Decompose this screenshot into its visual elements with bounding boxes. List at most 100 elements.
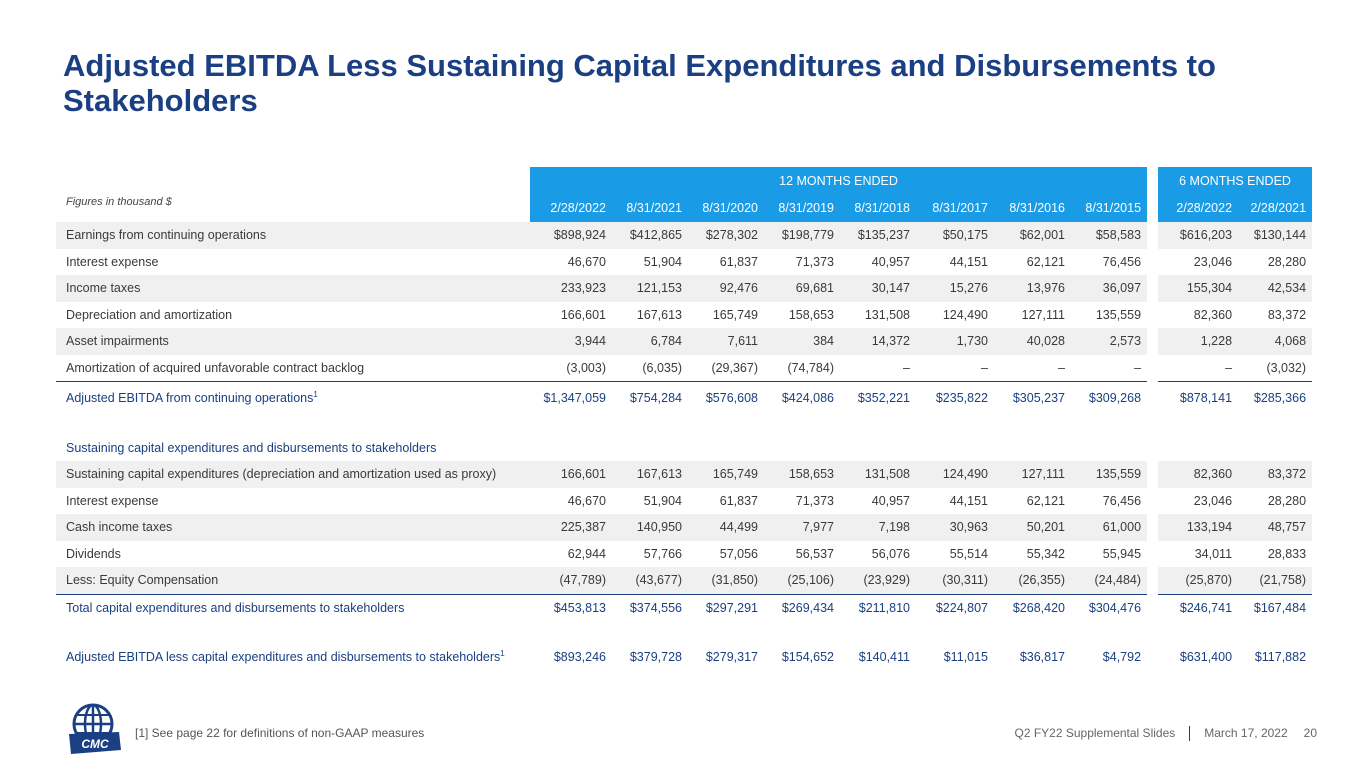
value-cell: $130,144 — [1238, 222, 1313, 249]
value-cell: 55,945 — [1102, 546, 1142, 561]
value-cell: 4,068 — [1238, 328, 1313, 355]
value-cell: 3,944 — [530, 328, 612, 355]
value-cell: $412,865 — [612, 222, 688, 249]
row-label-text: Interest expense — [66, 493, 159, 508]
value-cell: 167,613 — [636, 307, 682, 322]
value-cell: (29,367) — [711, 360, 758, 375]
value-cell: 57,056 — [719, 546, 758, 561]
table-row: Earnings from continuing operations $898,… — [56, 222, 1313, 249]
column-gap — [1147, 514, 1159, 541]
column-date: 8/31/2016 — [994, 194, 1071, 222]
value-cell: (24,484) — [1071, 567, 1148, 594]
header-date-row: Figures in thousand $2/28/2022 8/31/2021 8… — [56, 194, 1313, 222]
column-gap — [1147, 194, 1158, 222]
value-cell: 124,490 — [942, 307, 988, 322]
value-cell: 23,046 — [1193, 254, 1233, 269]
row-label-text: Dividends — [66, 546, 121, 561]
footnote: [1] See page 22 for definitions of non-G… — [135, 726, 425, 740]
value-cell: 127,111 — [994, 461, 1071, 488]
value-cell: 51,904 — [643, 493, 682, 508]
value-cell: 131,508 — [864, 307, 910, 322]
table-row: Cash income taxes 225,387 140,950 44,499 7,9… — [56, 514, 1313, 541]
value-cell: 82,360 — [1193, 307, 1233, 322]
column-gap — [1147, 488, 1158, 515]
value-cell: 121,153 — [612, 275, 688, 302]
table-row: Interest expense 46,670 51,904 61,837 71,373… — [56, 249, 1312, 276]
column-date: 8/31/2019 — [764, 194, 840, 222]
value-cell: 30,147 — [840, 275, 916, 302]
value-cell: 1,730 — [916, 328, 994, 355]
value-cell: 44,151 — [949, 493, 988, 508]
value-cell: $269,434 — [764, 593, 840, 621]
value-cell: 82,360 — [1158, 461, 1239, 488]
value-cell: $379,728 — [629, 649, 682, 664]
row-label-text: Less: Equity Compensation — [66, 573, 219, 588]
value-cell: 225,387 — [530, 514, 612, 541]
value-cell: $278,302 — [688, 222, 764, 249]
value-cell: 46,670 — [567, 493, 606, 508]
value-cell: $167,484 — [1238, 593, 1313, 621]
value-cell: 57,766 — [643, 546, 682, 561]
column-gap — [1147, 381, 1159, 413]
value-cell: $304,476 — [1071, 593, 1148, 621]
value-cell: 7,198 — [840, 514, 916, 541]
row-label: Total capital expenditures and disbursem… — [56, 593, 530, 621]
value-cell: $135,237 — [840, 222, 916, 249]
row-label: Interest expense — [56, 249, 530, 276]
value-cell: 127,111 — [1021, 307, 1065, 322]
table-body: 12 MONTHS ENDED 6 MONTHS ENDED Figures i… — [56, 167, 1313, 671]
column-gap — [1147, 461, 1159, 488]
value-cell: 28,280 — [1267, 254, 1307, 269]
row-label: Income taxes — [56, 275, 530, 302]
column-date: 8/31/2021 — [612, 194, 688, 222]
table-row: Dividends 62,944 57,766 57,056 56,537 56,076 5… — [56, 541, 1312, 568]
value-cell: 71,373 — [795, 493, 834, 508]
final-row: Adjusted EBITDA less capital expenditure… — [56, 643, 1312, 671]
value-cell: $235,822 — [916, 381, 994, 413]
value-cell: $58,583 — [1071, 222, 1148, 249]
value-cell: $62,001 — [994, 222, 1071, 249]
value-cell: 166,601 — [560, 307, 606, 322]
value-cell: $631,400 — [1179, 649, 1233, 664]
value-cell: 56,537 — [795, 546, 834, 561]
row-label-text: Income taxes — [66, 281, 141, 296]
value-cell: $268,420 — [994, 593, 1071, 621]
value-cell: – — [1225, 360, 1233, 375]
value-cell: 2,573 — [1071, 328, 1148, 355]
column-date: 8/31/2017 — [916, 194, 994, 222]
table-row: Income taxes 233,923 121,153 92,476 69,681 30… — [56, 275, 1313, 302]
value-cell: 42,534 — [1238, 275, 1313, 302]
value-cell: 131,508 — [840, 461, 916, 488]
row-label-text: Depreciation and amortization — [66, 307, 233, 322]
value-cell: 46,670 — [567, 254, 606, 269]
value-cell: 36,097 — [1071, 275, 1148, 302]
ebitda-table: 12 MONTHS ENDED 6 MONTHS ENDED Figures i… — [56, 167, 1313, 671]
value-cell: $453,813 — [530, 593, 612, 621]
value-cell: (23,929) — [840, 567, 916, 594]
column-date: 2/28/2022 — [1158, 194, 1239, 222]
value-cell: 13,976 — [994, 275, 1071, 302]
value-cell: $297,291 — [688, 593, 764, 621]
row-label-text: Asset impairments — [66, 334, 169, 349]
row-label-text: Interest expense — [66, 254, 159, 269]
column-date: 8/31/2015 — [1071, 194, 1148, 222]
row-label: Sustaining capital expenditures (depreci… — [56, 461, 530, 488]
value-cell: 55,514 — [949, 546, 988, 561]
value-cell: 28,280 — [1267, 493, 1307, 508]
value-cell: $36,817 — [1019, 649, 1065, 664]
value-cell: 44,151 — [949, 254, 988, 269]
value-cell: 135,559 — [1071, 461, 1148, 488]
value-cell: (43,677) — [612, 567, 688, 594]
column-date: 2/28/2021 — [1238, 194, 1313, 222]
value-cell: (25,870) — [1158, 567, 1239, 594]
row-label: Earnings from continuing operations — [56, 222, 530, 249]
value-cell: 1,228 — [1158, 328, 1239, 355]
value-cell: 40,957 — [871, 493, 910, 508]
value-cell: – — [1134, 360, 1142, 375]
value-cell: 30,963 — [916, 514, 994, 541]
page-title: Adjusted EBITDA Less Sustaining Capital … — [63, 48, 1216, 118]
value-cell: 51,904 — [643, 254, 682, 269]
value-cell: (25,106) — [764, 567, 840, 594]
value-cell: – — [903, 360, 910, 375]
value-cell: (3,032) — [1266, 360, 1307, 375]
